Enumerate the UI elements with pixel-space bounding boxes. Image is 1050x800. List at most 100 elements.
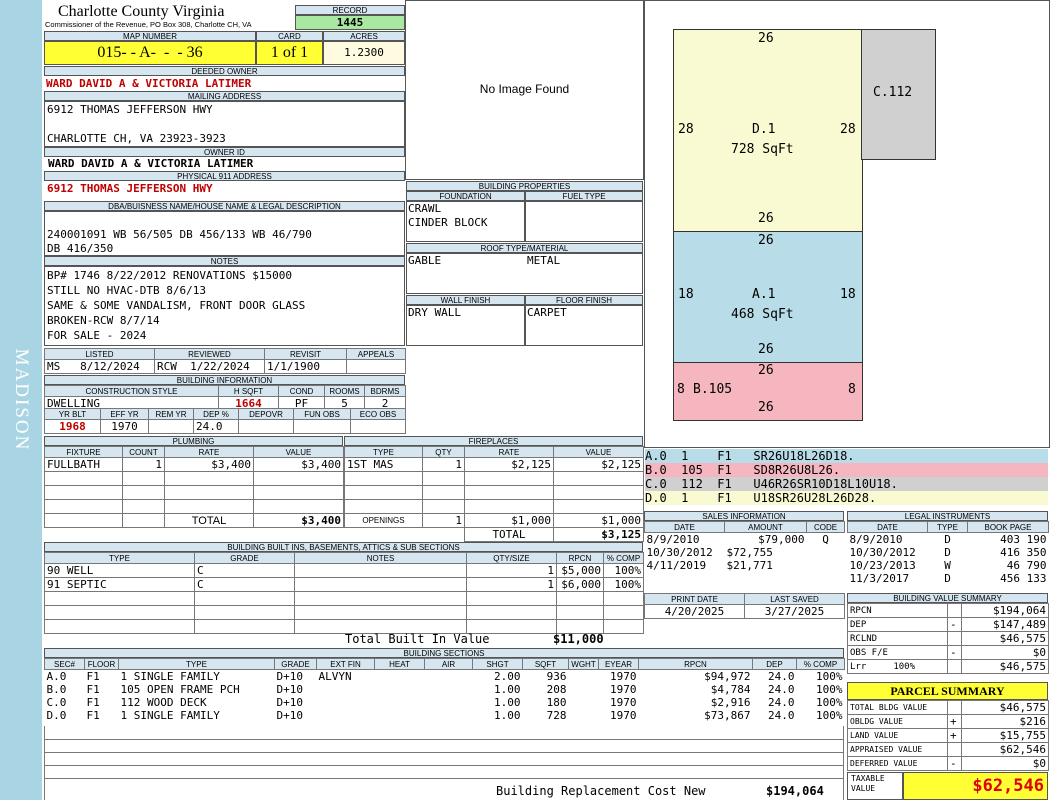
table-row: C.0 F1 112 WOOD DECK D+10 1.00 180 1970 $2,916 2… (45, 696, 845, 709)
print-date: 4/20/2025 (644, 604, 745, 619)
divider (44, 752, 844, 753)
section-cell: 1970 (610, 669, 637, 683)
table-row: 4/11/2019 $21,771 (645, 559, 845, 572)
building-properties-label: BUILDING PROPERTIES (406, 181, 643, 191)
section-cell: 24.0 (768, 669, 795, 683)
parcel-summary-label: PARCEL SUMMARY (847, 682, 1048, 700)
col-sec: SEC# (44, 658, 85, 670)
fireplace-rate: $2,125 (464, 457, 554, 472)
instrument-type: D (944, 532, 951, 546)
section-cell (375, 709, 425, 722)
table-row: A.0 F1 1 SINGLE FAMILY D+10 ALVYN 2.00 936 1970… (45, 670, 845, 684)
section-label: A.1 (752, 287, 776, 302)
district-label: MADISON (11, 348, 32, 452)
table-row: 8/9/2010 D 403 190 (848, 533, 1049, 547)
parcel-label: OBLDG VALUE (847, 714, 948, 729)
parcel-sign: - (947, 756, 962, 771)
summary-value: $194,064 (961, 603, 1049, 618)
dim-label: 28 (678, 122, 694, 137)
county-title: Charlotte County Virginia (58, 3, 225, 20)
table-row: 10/30/2012 D 416 350 (848, 546, 1049, 559)
section-cell: D+10 (276, 683, 304, 696)
builtin-notes (294, 577, 467, 592)
construction-style-label: CONSTRUCTION STYLE (44, 385, 219, 397)
section-cell (569, 696, 599, 709)
summary-sign: - (947, 645, 962, 660)
builtin-qty: 1 (466, 563, 557, 578)
builtin-notes (294, 563, 467, 578)
section-cell: F1 (86, 669, 100, 683)
section-cell (375, 683, 425, 696)
physical-address: 6912 THOMAS JEFFERSON HWY (47, 182, 213, 195)
building-sections-table: SEC# FLOOR TYPE GRADE EXT FIN HEAT AIR SHGT SQFT… (44, 658, 845, 722)
dim-label: 8 (677, 382, 685, 397)
sketch-code-row: C.0 112 F1 U46R26SR10D18L10U18. (645, 477, 1048, 491)
col-wght: WGHT (568, 658, 599, 670)
parcel-label: LAND VALUE (847, 728, 948, 743)
section-cell: 1.00 (494, 683, 521, 696)
card-number: 1 of 1 (256, 41, 323, 65)
builtins-table: TYPE GRADE NOTES QTY/SIZE RPCN% COMP 90 WELL… (44, 552, 644, 634)
owner-id-label: OWNER ID (44, 147, 405, 157)
table-row: APPRAISED VALUE $62,546 (847, 742, 1049, 757)
openings-qty: 1 (422, 513, 465, 528)
section-cell: B.0 (46, 683, 67, 696)
replacement-cost-label: Building Replacement Cost New (496, 784, 706, 798)
note-line: BROKEN-RCW 8/7/14 (47, 314, 160, 327)
taxable-label-line: VALUE (851, 784, 876, 793)
legal-instruments-table: DATE TYPE BOOK PAGE 8/9/2010 D 403 190 10/30… (847, 521, 1049, 585)
table-row: D.0 F1 1 SINGLE FAMILY D+10 1.00 728 1970 $73,8… (45, 709, 845, 722)
table-row: 10/30/2012 $72,755 (645, 546, 845, 559)
foundation-values: CRAWL CINDER BLOCK (408, 202, 487, 230)
section-cell: $4,784 (710, 683, 751, 696)
divider (44, 765, 844, 766)
instrument-date: 10/23/2013 (849, 559, 916, 572)
openings-value: $1,000 (553, 513, 644, 528)
value-summary-table: RPCN $194,064 DEP - $147,489 RCLND $46,575 O… (847, 603, 1049, 674)
legal-instruments-label: LEGAL INSTRUMENTS (847, 511, 1048, 521)
table-row: LAND VALUE + $15,755 (847, 728, 1049, 743)
table-row: DEP - $147,489 (847, 617, 1049, 632)
parcel-label: DEFERRED VALUE (847, 756, 948, 771)
sketch-code-row: A.0 1 F1 SR26U18L26D18. (645, 449, 1048, 463)
replacement-cost-value: $194,064 (766, 784, 824, 798)
listed-value: MS 8/12/2024 (44, 359, 155, 374)
section-cell (569, 683, 599, 696)
table-row: B.0 F1 105 OPEN FRAME PCH D+10 1.00 208 1970 $4… (45, 683, 845, 696)
section-cell: $73,867 (704, 709, 751, 722)
foundation-2: CINDER BLOCK (408, 216, 488, 229)
section-cell: 936 (546, 669, 567, 683)
fireplaces-total: $3,125 (553, 527, 644, 542)
section-cell (425, 709, 473, 722)
plumbing-fixture: FULLBATH (44, 457, 123, 472)
col-rate: RATE (464, 446, 554, 458)
divider (44, 778, 844, 779)
section-cell: 1970 (610, 696, 637, 709)
section-cell: 1.00 (494, 696, 521, 709)
section-cell: F1 (86, 683, 100, 696)
section-cell: D.0 (46, 709, 67, 722)
parcel-value: $216 (961, 714, 1049, 729)
section-cell: 112 WOOD DECK (120, 696, 207, 709)
section-cell: 24.0 (768, 696, 795, 709)
summary-sign: - (947, 617, 962, 632)
builtin-qty: 1 (466, 577, 557, 592)
plumbing-value: $3,400 (253, 457, 344, 472)
yrblt-value: 1968 (44, 419, 101, 434)
summary-label: RPCN (847, 603, 948, 618)
section-label: B.105 (693, 382, 733, 397)
roof-label: ROOF TYPE/MATERIAL (406, 243, 643, 253)
acres-label: ACRES (323, 31, 405, 41)
wall-finish-label: WALL FINISH (406, 295, 525, 305)
col-dep: DEP (752, 658, 797, 670)
foundation-label: FOUNDATION (406, 191, 525, 201)
photo-placeholder: No Image Found (479, 82, 570, 96)
section-cell: 180 (546, 696, 567, 709)
section-cell (375, 670, 425, 684)
commissioner-address: Commissioner of the Revenue, PO Box 308,… (45, 20, 252, 29)
reviewed-value: RCW 1/22/2024 (154, 359, 265, 374)
sale-amount: $72,755 (726, 546, 773, 559)
instrument-book-page: 46 790 (1006, 559, 1047, 572)
section-cell: 208 (546, 683, 567, 696)
section-cell: $94,972 (704, 669, 751, 683)
